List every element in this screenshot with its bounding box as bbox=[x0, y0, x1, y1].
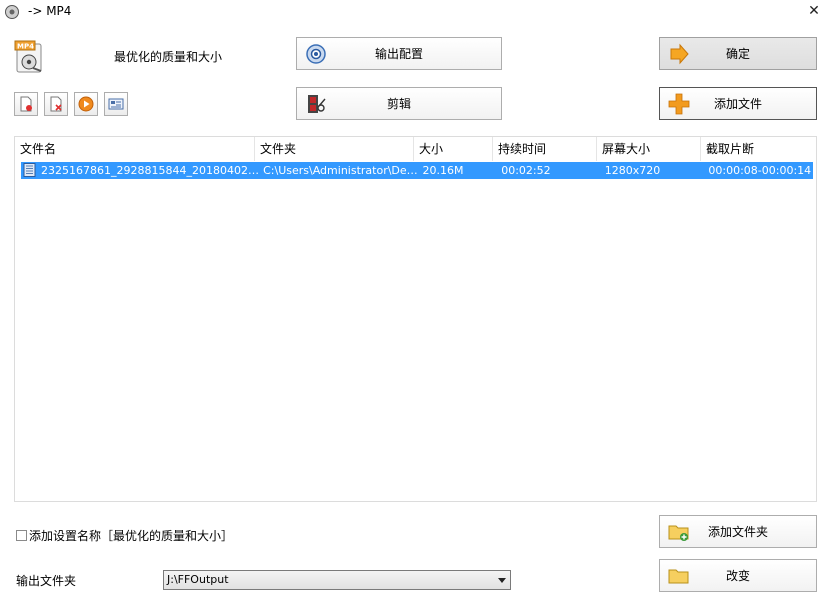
column-header-filename[interactable]: 文件名 bbox=[15, 137, 255, 161]
table-row[interactable]: 2325167861_2928815844_20180402153... C:\… bbox=[21, 162, 813, 179]
cell-resolution: 1280x720 bbox=[604, 164, 661, 177]
file-toolbar bbox=[14, 92, 128, 116]
window-title: -> MP4 bbox=[28, 4, 72, 18]
add-file-button[interactable]: 添加文件 bbox=[659, 87, 817, 120]
clear-list-button[interactable] bbox=[44, 92, 68, 116]
file-list[interactable]: 文件名 文件夹 大小 持续时间 屏幕大小 截取片断 2325167861_292… bbox=[14, 136, 817, 502]
cell-clip: 00:00:08-00:00:14 bbox=[708, 164, 812, 177]
clear-list-icon bbox=[50, 96, 62, 112]
column-header-duration[interactable]: 持续时间 bbox=[493, 137, 597, 161]
output-folder-label: 输出文件夹 bbox=[16, 574, 77, 588]
mp4-format-icon: MP4 bbox=[14, 40, 46, 74]
column-header-resolution[interactable]: 屏幕大小 bbox=[597, 137, 701, 161]
chevron-down-icon bbox=[498, 578, 506, 583]
output-folder-value: J:\FFOutput bbox=[167, 573, 229, 586]
output-config-button[interactable]: 输出配置 bbox=[296, 37, 502, 70]
column-header-folder[interactable]: 文件夹 bbox=[255, 137, 414, 161]
add-file-label: 添加文件 bbox=[713, 97, 762, 111]
change-output-button[interactable]: 改变 bbox=[659, 559, 817, 592]
output-folder-select[interactable]: J:\FFOutput bbox=[163, 570, 511, 590]
file-list-header: 文件名 文件夹 大小 持续时间 屏幕大小 截取片断 bbox=[15, 137, 816, 161]
cell-folder: C:\Users\Administrator\Des... bbox=[263, 164, 420, 177]
ok-button[interactable]: 确定 bbox=[659, 37, 817, 70]
preset-label: 最优化的质量和大小 bbox=[114, 50, 223, 64]
remove-file-button[interactable] bbox=[14, 92, 38, 116]
play-icon bbox=[78, 96, 94, 112]
video-file-icon bbox=[23, 163, 36, 177]
add-setting-name-checkbox[interactable]: 添加设置名称［最优化的质量和大小］ bbox=[16, 527, 233, 544]
add-folder-button[interactable]: 添加文件夹 bbox=[659, 515, 817, 548]
checkbox-box[interactable] bbox=[16, 530, 27, 541]
column-header-size[interactable]: 大小 bbox=[414, 137, 493, 161]
close-button[interactable]: ✕ bbox=[806, 3, 822, 19]
cell-size: 20.16M bbox=[422, 164, 464, 177]
edit-label: 剪辑 bbox=[386, 97, 411, 111]
add-setting-name-label: 添加设置名称［最优化的质量和大小］ bbox=[29, 529, 234, 543]
change-output-label: 改变 bbox=[725, 569, 750, 583]
cell-duration: 00:02:52 bbox=[501, 164, 551, 177]
ok-label: 确定 bbox=[725, 47, 750, 61]
cell-filename: 2325167861_2928815844_20180402153... bbox=[41, 164, 261, 177]
app-icon bbox=[4, 4, 20, 20]
info-icon bbox=[108, 98, 124, 110]
media-info-button[interactable] bbox=[104, 92, 128, 116]
output-config-label: 输出配置 bbox=[374, 47, 423, 61]
column-header-clip[interactable]: 截取片断 bbox=[701, 137, 816, 161]
add-folder-label: 添加文件夹 bbox=[707, 525, 768, 539]
remove-file-icon bbox=[20, 96, 32, 112]
edit-button[interactable]: 剪辑 bbox=[296, 87, 502, 120]
svg-text:MP4: MP4 bbox=[17, 43, 34, 51]
play-button[interactable] bbox=[74, 92, 98, 116]
